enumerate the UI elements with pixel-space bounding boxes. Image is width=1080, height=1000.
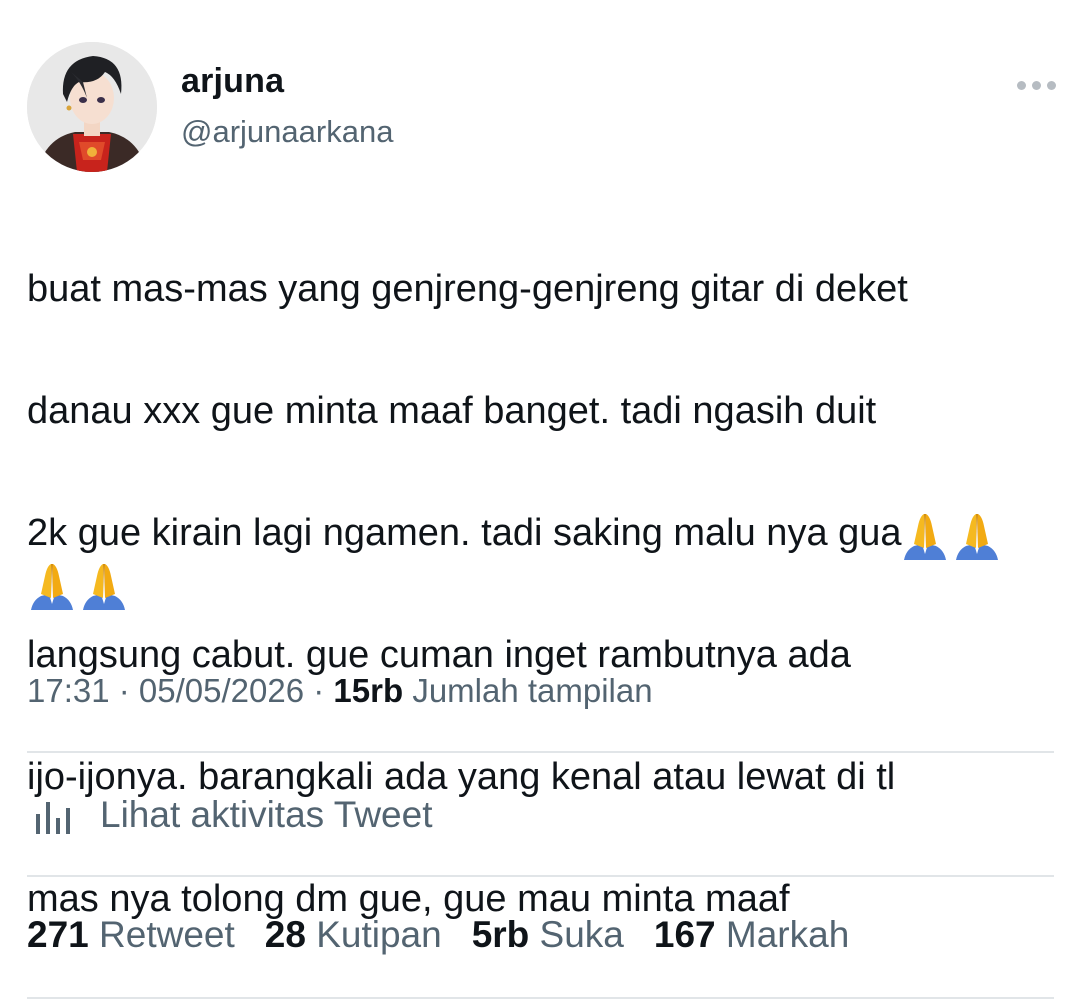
tweet-time[interactable]: 17:31 [27,672,110,709]
avatar-image [27,42,157,172]
retweets-stat[interactable]: 271 Retweet [27,914,235,956]
tweet-stats: 271 Retweet 28 Kutipan 5rb Suka 167 Mark… [27,914,849,956]
meta-separator: · [304,672,334,709]
tweet-meta: 17:31 · 05/05/2026 · 15rb Jumlah tampila… [27,672,653,710]
bookmarks-stat[interactable]: 167 Markah [654,914,849,956]
tweet-text: buat mas-mas yang genjreng-genjreng gita… [27,198,1062,991]
more-dot-icon [1031,80,1041,90]
likes-stat[interactable]: 5rb Suka [472,914,624,956]
more-options-button[interactable] [1010,70,1062,100]
divider [27,751,1054,753]
folded-hands-icon [83,564,125,610]
tweet-date[interactable]: 05/05/2026 [139,672,304,709]
more-dot-icon [1046,80,1056,90]
user-handle[interactable]: @arjunaarkana [181,114,393,150]
emoji-group [900,510,1002,562]
more-dot-icon [1016,80,1026,90]
avatar[interactable] [27,42,157,172]
stat-count: 271 [27,914,89,955]
tweet-line: buat mas-mas yang genjreng-genjreng gita… [27,268,908,310]
display-name[interactable]: arjuna [181,62,284,101]
quotes-stat[interactable]: 28 Kutipan [265,914,442,956]
folded-hands-icon [956,514,998,560]
stat-label: Markah [725,914,850,955]
stat-count: 167 [653,914,716,955]
stat-count: 5rb [471,914,530,955]
stat-label: Retweet [99,914,235,955]
tweet-line: danau xxx gue minta maaf banget. tadi ng… [27,390,877,432]
divider [27,875,1054,877]
meta-separator: · [109,672,139,709]
view-activity-button[interactable]: Lihat aktivitas Tweet [32,792,433,838]
views-count: 15rb [333,672,404,709]
folded-hands-icon [31,564,73,610]
view-activity-label: Lihat aktivitas Tweet [100,794,433,835]
bar-chart-icon [36,802,70,834]
emoji-group [27,560,129,612]
folded-hands-icon [904,514,946,560]
divider [27,997,1054,999]
stat-label: Suka [539,914,624,955]
stat-label: Kutipan [316,914,442,955]
views-label: Jumlah tampilan [412,672,653,709]
stat-count: 28 [264,914,306,955]
